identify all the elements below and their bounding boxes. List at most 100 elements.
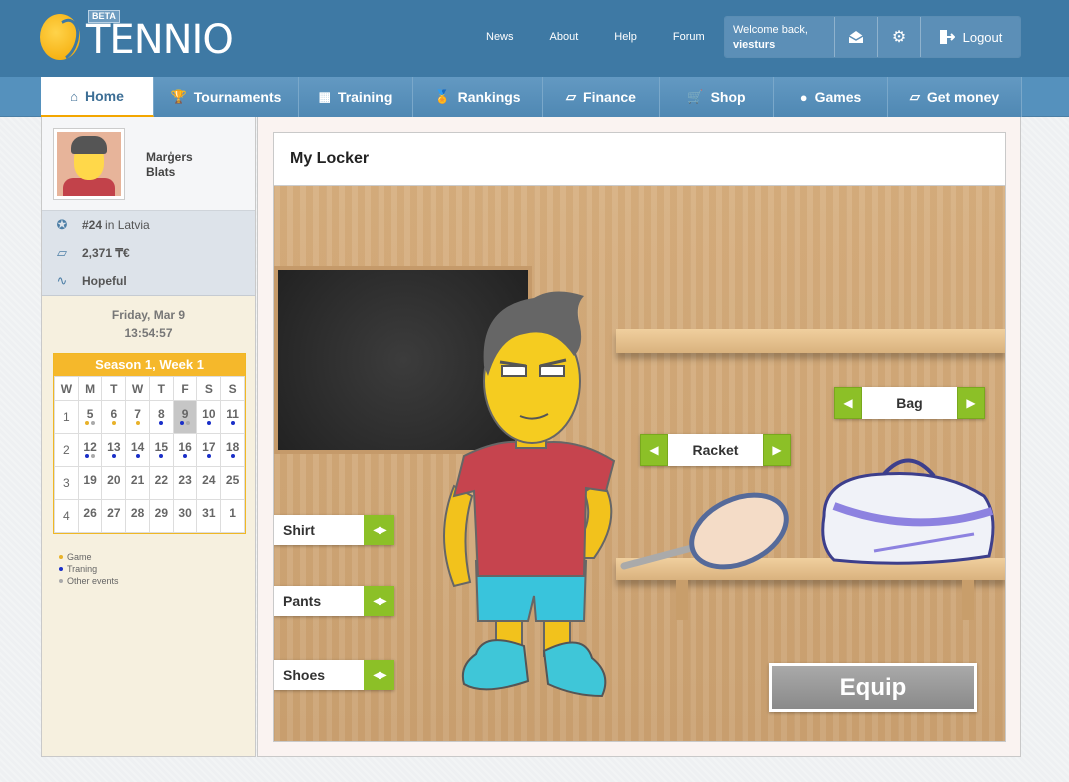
week-number: 3 (54, 466, 79, 500)
day-number: 17 (202, 440, 216, 454)
avatar[interactable] (53, 128, 125, 200)
shoes-switch-button[interactable]: ◀▶ (364, 660, 394, 690)
calendar-day[interactable]: 17 (196, 433, 222, 467)
calendar-day[interactable]: 14 (125, 433, 150, 467)
calendar-day[interactable]: 26 (77, 499, 103, 533)
bag-selector: ◀ Bag ▶ (834, 387, 985, 419)
nav-training[interactable]: ▦ Training (299, 77, 413, 117)
top-header: TENNIO BETA News About Help Forum Welcom… (0, 0, 1069, 77)
nav-games[interactable]: ● Games (774, 77, 888, 117)
day-number: 29 (154, 506, 168, 520)
racket-prev-button[interactable]: ◀ (640, 434, 668, 466)
calendar-day[interactable]: 1 (220, 499, 245, 533)
calendar-day[interactable]: 10 (196, 400, 222, 434)
calendar-day[interactable]: 15 (148, 433, 174, 467)
player-name[interactable]: Marģers Blats (146, 150, 193, 180)
locker-room-scene: ◀ Racket ▶ ◀ Bag ▶ Shirt ◀▶ Pants ◀▶ Sho… (274, 186, 1005, 741)
tennis-racket (620, 492, 789, 570)
day-number: 1 (229, 506, 236, 520)
racket-next-button[interactable]: ▶ (763, 434, 791, 466)
week-number: 1 (54, 400, 79, 434)
status-stat: ∿ Hopeful (42, 267, 255, 295)
pants-label: Pants (283, 593, 322, 609)
bag-prev-button[interactable]: ◀ (834, 387, 862, 419)
training-dot-icon (85, 454, 90, 458)
calendar-day[interactable]: 7 (125, 400, 150, 434)
calendar-day[interactable]: 13 (101, 433, 127, 467)
calendar-day[interactable]: 5 (77, 400, 103, 434)
messages-button[interactable] (835, 17, 878, 57)
calendar-day[interactable]: 23 (172, 466, 198, 500)
player-last-name: Blats (146, 165, 176, 179)
day-number: 27 (107, 506, 121, 520)
forum-link[interactable]: Forum (673, 31, 705, 43)
bag-next-button[interactable]: ▶ (957, 387, 985, 419)
calendar-day[interactable]: 18 (220, 433, 245, 467)
help-link[interactable]: Help (614, 31, 637, 43)
nav-home[interactable]: ⌂ Home (41, 77, 154, 117)
calendar-day[interactable]: 22 (148, 466, 174, 500)
calendar-day[interactable]: 20 (101, 466, 127, 500)
calendar-day[interactable]: 12 (77, 433, 103, 467)
locker-panel: My Locker ◀ Racket ▶ ◀ Bag ▶ Shirt ◀▶ Pa… (273, 132, 1006, 742)
day-number: 12 (83, 440, 97, 454)
calendar-header: T (148, 376, 174, 401)
date-day: Friday, Mar 9 (111, 308, 186, 322)
calendar-day[interactable]: 31 (196, 499, 222, 533)
day-number: 30 (178, 506, 192, 520)
game-dot-icon (59, 555, 63, 559)
avatar-image (57, 132, 121, 196)
calendar-day[interactable]: 8 (148, 400, 174, 434)
shirt-selector: Shirt ◀▶ (274, 515, 394, 545)
logout-button[interactable]: Logout (921, 17, 1020, 57)
nav-rankings-icon: 🏅 (434, 89, 451, 104)
nav-tournaments[interactable]: 🏆 Tournaments (154, 77, 299, 117)
arrow-left-icon: ◀ (649, 443, 659, 457)
game-dot-icon (85, 421, 90, 425)
equip-button[interactable]: Equip (769, 663, 977, 712)
calendar-legend: Game Traning Other events (58, 551, 119, 587)
nav-home-icon: ⌂ (70, 88, 78, 104)
nav-rankings[interactable]: 🏅 Rankings (413, 77, 543, 117)
calendar-header: M (77, 376, 103, 401)
calendar-day[interactable]: 27 (101, 499, 127, 533)
racket-selector: ◀ Racket ▶ (640, 434, 791, 466)
nav-get-money[interactable]: ▱ Get money (888, 77, 1022, 117)
welcome-label: Welcome back, (733, 24, 808, 36)
pants-selector: Pants ◀▶ (274, 586, 394, 616)
training-dot-icon (111, 454, 116, 458)
day-number: 6 (110, 407, 118, 421)
news-link[interactable]: News (486, 31, 514, 43)
calendar-day[interactable]: 21 (125, 466, 150, 500)
calendar-day[interactable]: 24 (196, 466, 222, 500)
training-dot-icon (59, 567, 63, 571)
top-links: News About Help Forum (486, 31, 741, 43)
calendar-day[interactable]: 29 (148, 499, 174, 533)
nav-shop[interactable]: 🛒 Shop (660, 77, 774, 117)
envelope-icon (848, 31, 864, 43)
calendar-day[interactable]: 19 (77, 466, 103, 500)
arrow-left-icon: ◀ (843, 396, 853, 410)
legend-training: Traning (67, 564, 98, 574)
rank-country: in Latvia (105, 218, 150, 232)
legend-other: Other events (67, 576, 119, 586)
training-dot-icon (206, 454, 211, 458)
calendar-day[interactable]: 11 (220, 400, 245, 434)
calendar-day[interactable]: 6 (101, 400, 127, 434)
settings-button[interactable]: ⚙ (878, 17, 921, 57)
username: viesturs (733, 39, 776, 51)
about-link[interactable]: About (550, 31, 579, 43)
current-date: Friday, Mar 9 13:54:57 (42, 306, 255, 342)
pants-switch-button[interactable]: ◀▶ (364, 586, 394, 616)
week-number: 4 (54, 499, 79, 533)
calendar-day[interactable]: 30 (172, 499, 198, 533)
tennio-logo[interactable]: TENNIO BETA (40, 10, 240, 65)
nav-finance[interactable]: ▱ Finance (543, 77, 660, 117)
calendar-day[interactable]: 16 (172, 433, 198, 467)
nav-label: Training (337, 89, 393, 105)
calendar-day[interactable]: 25 (220, 466, 245, 500)
calendar-day[interactable]: 28 (125, 499, 150, 533)
calendar-day[interactable]: 9 (172, 400, 198, 434)
shirt-switch-button[interactable]: ◀▶ (364, 515, 394, 545)
nav-items: ⌂ Home 🏆 Tournaments ▦ Training 🏅 Rankings ▱ Fina… (41, 77, 1022, 117)
